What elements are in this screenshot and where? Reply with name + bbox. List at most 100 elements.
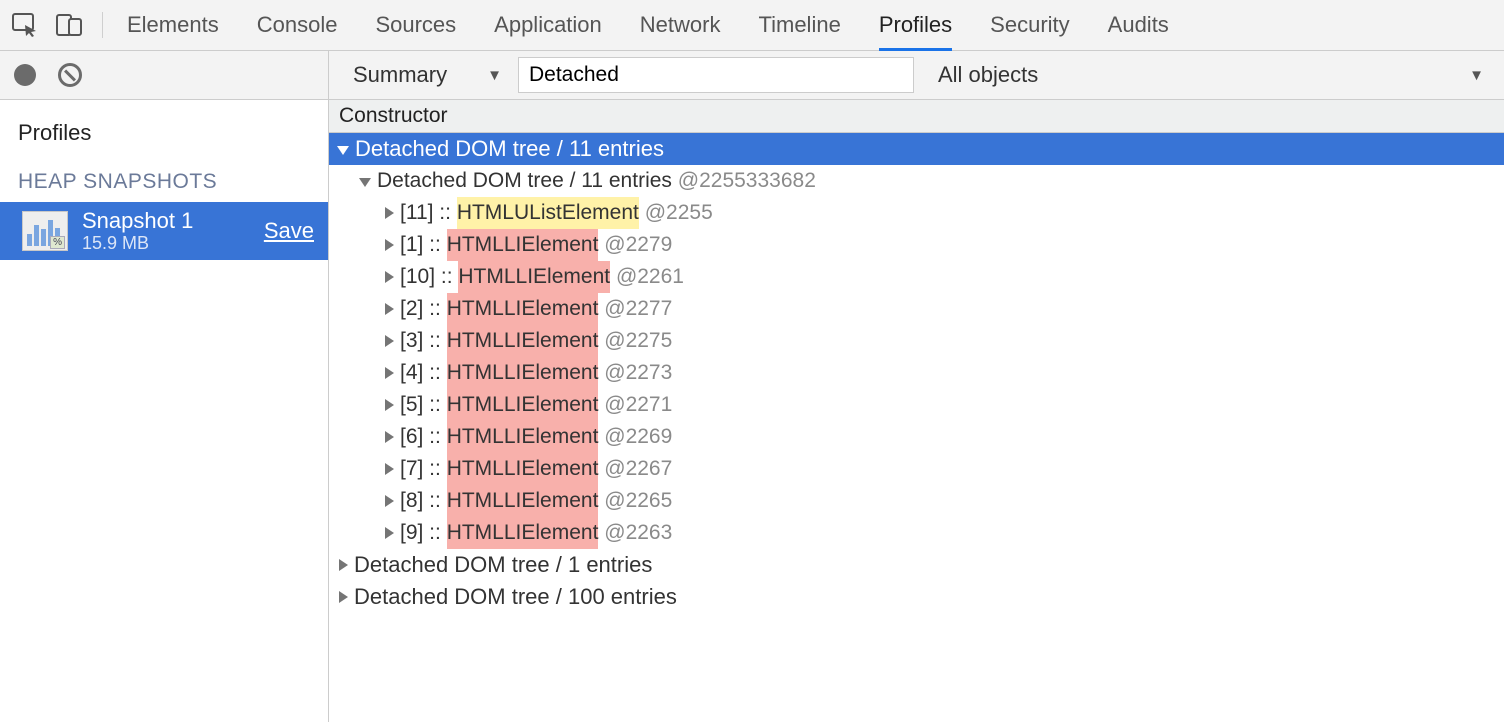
disclosure-triangle-icon[interactable] — [385, 431, 394, 443]
tree-row[interactable]: [3] :: HTMLLIElement @2275 — [329, 325, 1504, 357]
tree-row[interactable]: [7] :: HTMLLIElement @2267 — [329, 453, 1504, 485]
tree-row-type: HTMLUListElement — [457, 197, 639, 229]
tree-row[interactable]: [2] :: HTMLLIElement @2277 — [329, 293, 1504, 325]
snapshot-size: 15.9 MB — [82, 233, 264, 254]
tree-row-index: [6] :: — [400, 421, 447, 453]
tree-row-type: HTMLLIElement — [447, 325, 599, 357]
tree-row-label: Detached DOM tree / 11 entries — [377, 165, 672, 197]
tree-row-address: @2255333682 — [678, 165, 816, 197]
tab-security[interactable]: Security — [990, 0, 1069, 51]
tree-row[interactable]: Detached DOM tree / 11 entries @22553336… — [329, 165, 1504, 197]
disclosure-triangle-icon[interactable] — [385, 207, 394, 219]
tree-row-address: @2277 — [604, 293, 672, 325]
tab-timeline[interactable]: Timeline — [758, 0, 840, 51]
tree-row[interactable]: [11] :: HTMLUListElement @2255 — [329, 197, 1504, 229]
tree-row[interactable]: [10] :: HTMLLIElement @2261 — [329, 261, 1504, 293]
sidebar-title: Profiles — [0, 100, 328, 156]
tab-application[interactable]: Application — [494, 0, 602, 51]
tree-row-address: @2273 — [604, 357, 672, 389]
tree-row-index: [10] :: — [400, 261, 458, 293]
tree-row[interactable]: [8] :: HTMLLIElement @2265 — [329, 485, 1504, 517]
tree-row-index: [5] :: — [400, 389, 447, 421]
sidebar-section-heap: HEAP SNAPSHOTS — [0, 156, 328, 202]
tab-network[interactable]: Network — [640, 0, 721, 51]
tree-row-type: HTMLLIElement — [447, 421, 599, 453]
disclosure-triangle-icon[interactable] — [385, 495, 394, 507]
tree-row-selected[interactable]: Detached DOM tree / 11 entries — [329, 133, 1504, 165]
tree-row-type: HTMLLIElement — [447, 517, 599, 549]
disclosure-triangle-icon[interactable] — [385, 463, 394, 475]
tree-row-type: HTMLLIElement — [447, 389, 599, 421]
snapshot-save-link[interactable]: Save — [264, 218, 314, 244]
chevron-down-icon: ▼ — [1469, 67, 1484, 84]
disclosure-triangle-icon[interactable] — [385, 271, 394, 283]
disclosure-triangle-icon[interactable] — [385, 367, 394, 379]
tree-row-index: [7] :: — [400, 453, 447, 485]
tree-row[interactable]: [5] :: HTMLLIElement @2271 — [329, 389, 1504, 421]
disclosure-triangle-icon[interactable] — [359, 178, 371, 187]
tree-row-label: Detached DOM tree / 1 entries — [354, 549, 652, 581]
toolbar-divider — [102, 12, 103, 38]
tree-row-type: HTMLLIElement — [447, 293, 599, 325]
disclosure-triangle-icon[interactable] — [337, 146, 349, 155]
tab-audits[interactable]: Audits — [1108, 0, 1169, 51]
tree-row-type: HTMLLIElement — [458, 261, 610, 293]
constructor-tree: Detached DOM tree / 11 entries Detached … — [329, 133, 1504, 613]
tree-row-label: Detached DOM tree / 100 entries — [354, 581, 677, 613]
class-filter-input[interactable] — [518, 57, 914, 93]
tree-row-address: @2265 — [604, 485, 672, 517]
devtools-topbar: Elements Console Sources Application Network… — [0, 0, 1504, 51]
tab-console[interactable]: Console — [257, 0, 338, 51]
tree-row-index: [8] :: — [400, 485, 447, 517]
snapshot-text: Snapshot 1 15.9 MB — [82, 208, 264, 254]
tree-row-address: @2263 — [604, 517, 672, 549]
disclosure-triangle-icon[interactable] — [385, 335, 394, 347]
disclosure-triangle-icon[interactable] — [339, 591, 348, 603]
tree-row-address: @2261 — [616, 261, 684, 293]
tree-row[interactable]: [4] :: HTMLLIElement @2273 — [329, 357, 1504, 389]
tree-row-type: HTMLLIElement — [447, 485, 599, 517]
tree-row-address: @2271 — [604, 389, 672, 421]
tree-row[interactable]: [6] :: HTMLLIElement @2269 — [329, 421, 1504, 453]
record-icon[interactable] — [14, 64, 36, 86]
tree-row-index: [11] :: — [400, 197, 457, 229]
tree-row-index: [1] :: — [400, 229, 447, 261]
scope-dropdown[interactable]: All objects ▼ — [928, 62, 1490, 88]
tree-row-type: HTMLLIElement — [447, 229, 599, 261]
snapshot-name: Snapshot 1 — [82, 208, 264, 233]
tree-row-label: Detached DOM tree / 11 entries — [355, 133, 664, 165]
tree-row-address: @2275 — [604, 325, 672, 357]
disclosure-triangle-icon[interactable] — [385, 239, 394, 251]
tree-row[interactable]: [9] :: HTMLLIElement @2263 — [329, 517, 1504, 549]
main-panel: Summary ▼ All objects ▼ Constructor Deta… — [329, 51, 1504, 722]
tree-row[interactable]: [1] :: HTMLLIElement @2279 — [329, 229, 1504, 261]
profiles-sidebar: Profiles HEAP SNAPSHOTS % Snapshot 1 15.… — [0, 51, 329, 722]
scope-label: All objects — [938, 62, 1038, 88]
tree-row[interactable]: Detached DOM tree / 100 entries — [329, 581, 1504, 613]
tree-row-address: @2279 — [604, 229, 672, 261]
device-toolbar-icon[interactable] — [54, 10, 84, 40]
tree-row-index: [2] :: — [400, 293, 447, 325]
disclosure-triangle-icon[interactable] — [385, 399, 394, 411]
tab-sources[interactable]: Sources — [375, 0, 456, 51]
tree-row-address: @2267 — [604, 453, 672, 485]
tree-row-address: @2269 — [604, 421, 672, 453]
inspect-element-icon[interactable] — [10, 10, 40, 40]
tab-profiles[interactable]: Profiles — [879, 0, 952, 51]
chevron-down-icon: ▼ — [487, 67, 502, 84]
view-mode-dropdown[interactable]: Summary ▼ — [343, 62, 512, 88]
tab-elements[interactable]: Elements — [127, 0, 219, 51]
panel-tabs: Elements Console Sources Application Network… — [117, 0, 1169, 51]
tree-row-type: HTMLLIElement — [447, 357, 599, 389]
snapshot-item[interactable]: % Snapshot 1 15.9 MB Save — [0, 202, 328, 260]
column-header-constructor[interactable]: Constructor — [329, 100, 1504, 133]
disclosure-triangle-icon[interactable] — [339, 559, 348, 571]
disclosure-triangle-icon[interactable] — [385, 527, 394, 539]
clear-icon[interactable] — [58, 63, 82, 87]
tree-row-type: HTMLLIElement — [447, 453, 599, 485]
disclosure-triangle-icon[interactable] — [385, 303, 394, 315]
tree-row-index: [3] :: — [400, 325, 447, 357]
tree-row[interactable]: Detached DOM tree / 1 entries — [329, 549, 1504, 581]
snapshot-icon: % — [22, 211, 68, 251]
view-mode-label: Summary — [353, 62, 447, 88]
